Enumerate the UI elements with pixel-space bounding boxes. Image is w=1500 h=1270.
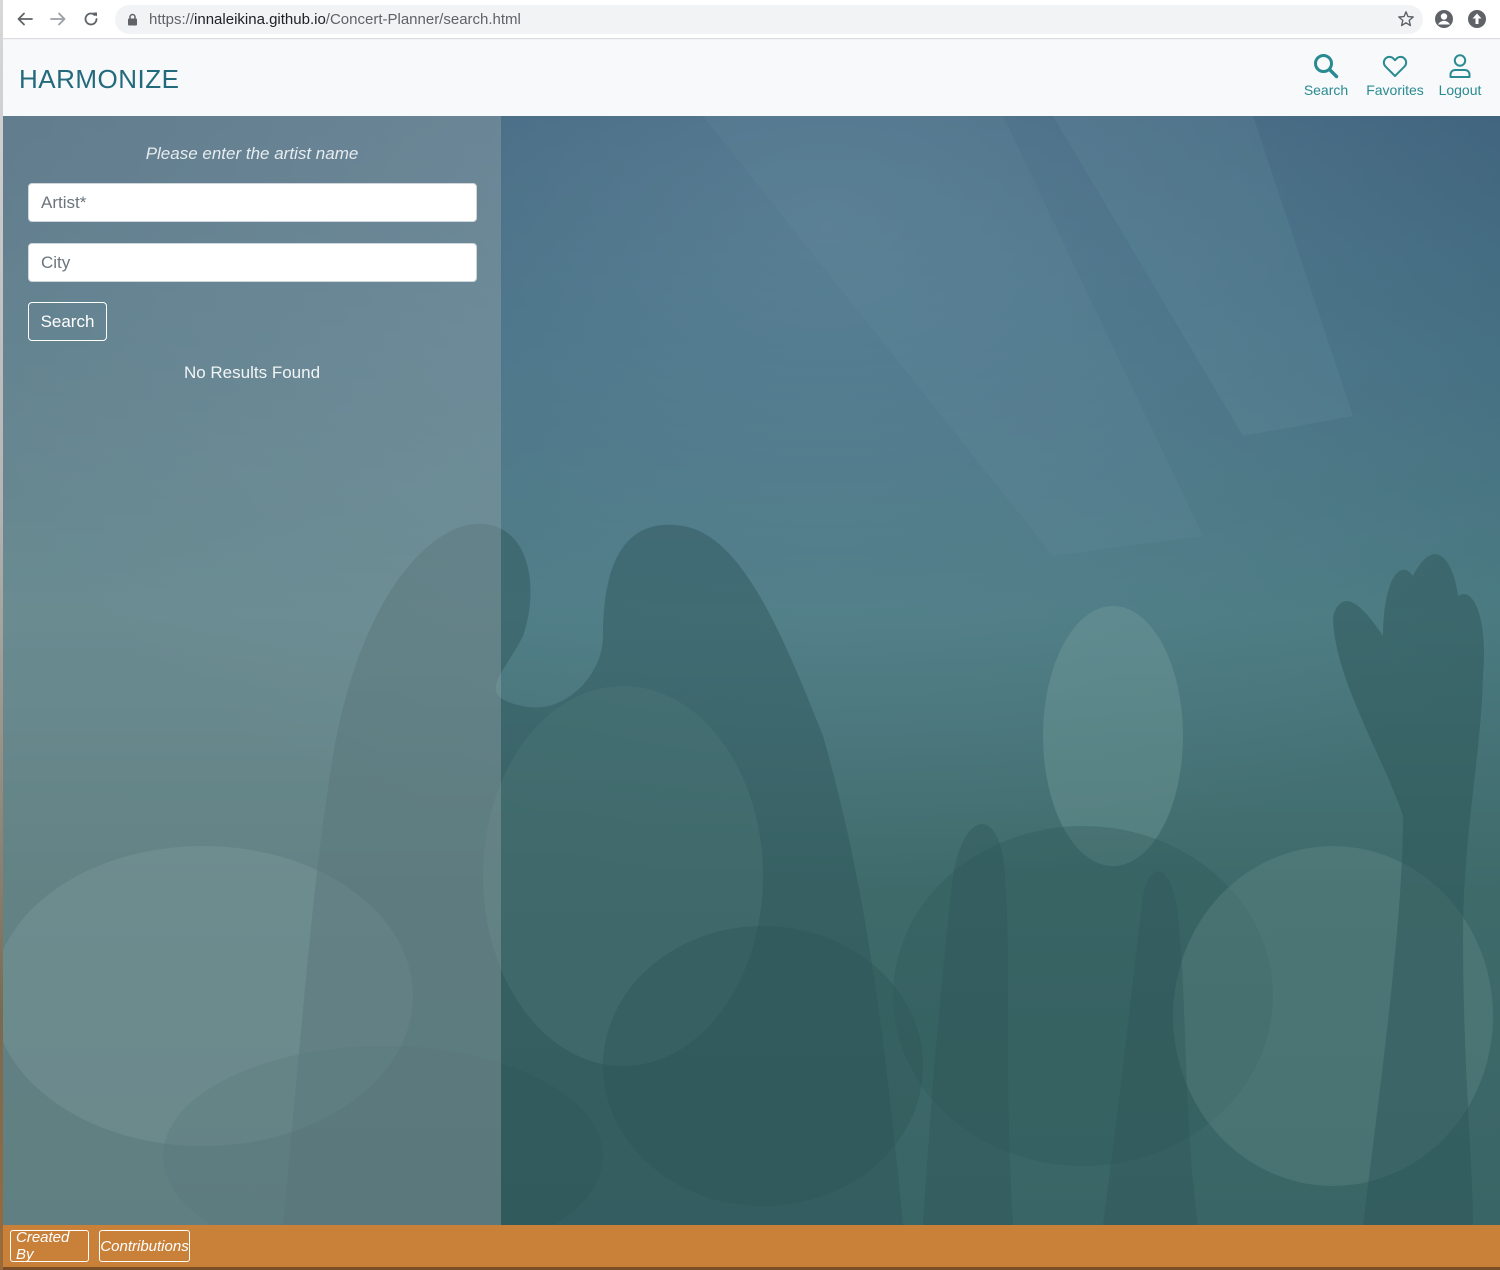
- contributions-button[interactable]: Contributions: [99, 1230, 190, 1262]
- no-results-message: No Results Found: [183, 363, 321, 382]
- nav-logout[interactable]: Logout: [1436, 52, 1484, 104]
- browser-toolbar: https://innaleikina.github.io/Concert-Pl…: [3, 0, 1500, 39]
- search-prompt: Please enter the artist name: [145, 144, 359, 163]
- url-path: /Concert-Planner/search.html: [325, 11, 521, 28]
- artist-input[interactable]: [28, 183, 477, 222]
- city-input[interactable]: [28, 243, 477, 282]
- forward-arrow-icon: [50, 12, 66, 26]
- reload-button[interactable]: [79, 7, 103, 31]
- search-icon: [1314, 54, 1339, 79]
- lock-icon: [128, 13, 137, 26]
- back-button[interactable]: [13, 7, 37, 31]
- back-arrow-icon: [17, 12, 33, 26]
- brand-logo[interactable]: HARMONIZE: [19, 64, 180, 95]
- extension-icon[interactable]: [1466, 8, 1488, 30]
- user-icon: [1449, 54, 1471, 78]
- nav-favorites[interactable]: Favorites: [1365, 52, 1425, 104]
- url-host: innaleikina.github.io: [194, 11, 326, 28]
- hero-background: Please enter the artist name Search No R…: [3, 116, 1500, 1225]
- nav-search[interactable]: Search: [1302, 52, 1350, 104]
- forward-button[interactable]: [46, 7, 70, 31]
- nav-favorites-label: Favorites: [1366, 82, 1424, 98]
- nav-logout-label: Logout: [1438, 82, 1482, 98]
- app-header: HARMONIZE Search Favorites Logout: [3, 40, 1500, 116]
- browser-window: https://innaleikina.github.io/Concert-Pl…: [3, 0, 1500, 1270]
- profile-icon[interactable]: [1433, 8, 1455, 30]
- footer: Created By Contributions: [3, 1225, 1500, 1267]
- heart-icon: [1382, 55, 1408, 77]
- url-scheme: https://: [149, 11, 195, 28]
- nav-search-label: Search: [1303, 82, 1349, 98]
- reload-icon: [84, 12, 98, 26]
- search-button[interactable]: Search: [28, 302, 107, 341]
- created-by-button[interactable]: Created By: [10, 1229, 89, 1263]
- search-panel: Please enter the artist name Search No R…: [3, 116, 501, 1225]
- address-bar[interactable]: https://innaleikina.github.io/Concert-Pl…: [115, 5, 1423, 34]
- url-text: https://innaleikina.github.io/Concert-Pl…: [149, 11, 521, 28]
- star-icon[interactable]: [1397, 10, 1415, 28]
